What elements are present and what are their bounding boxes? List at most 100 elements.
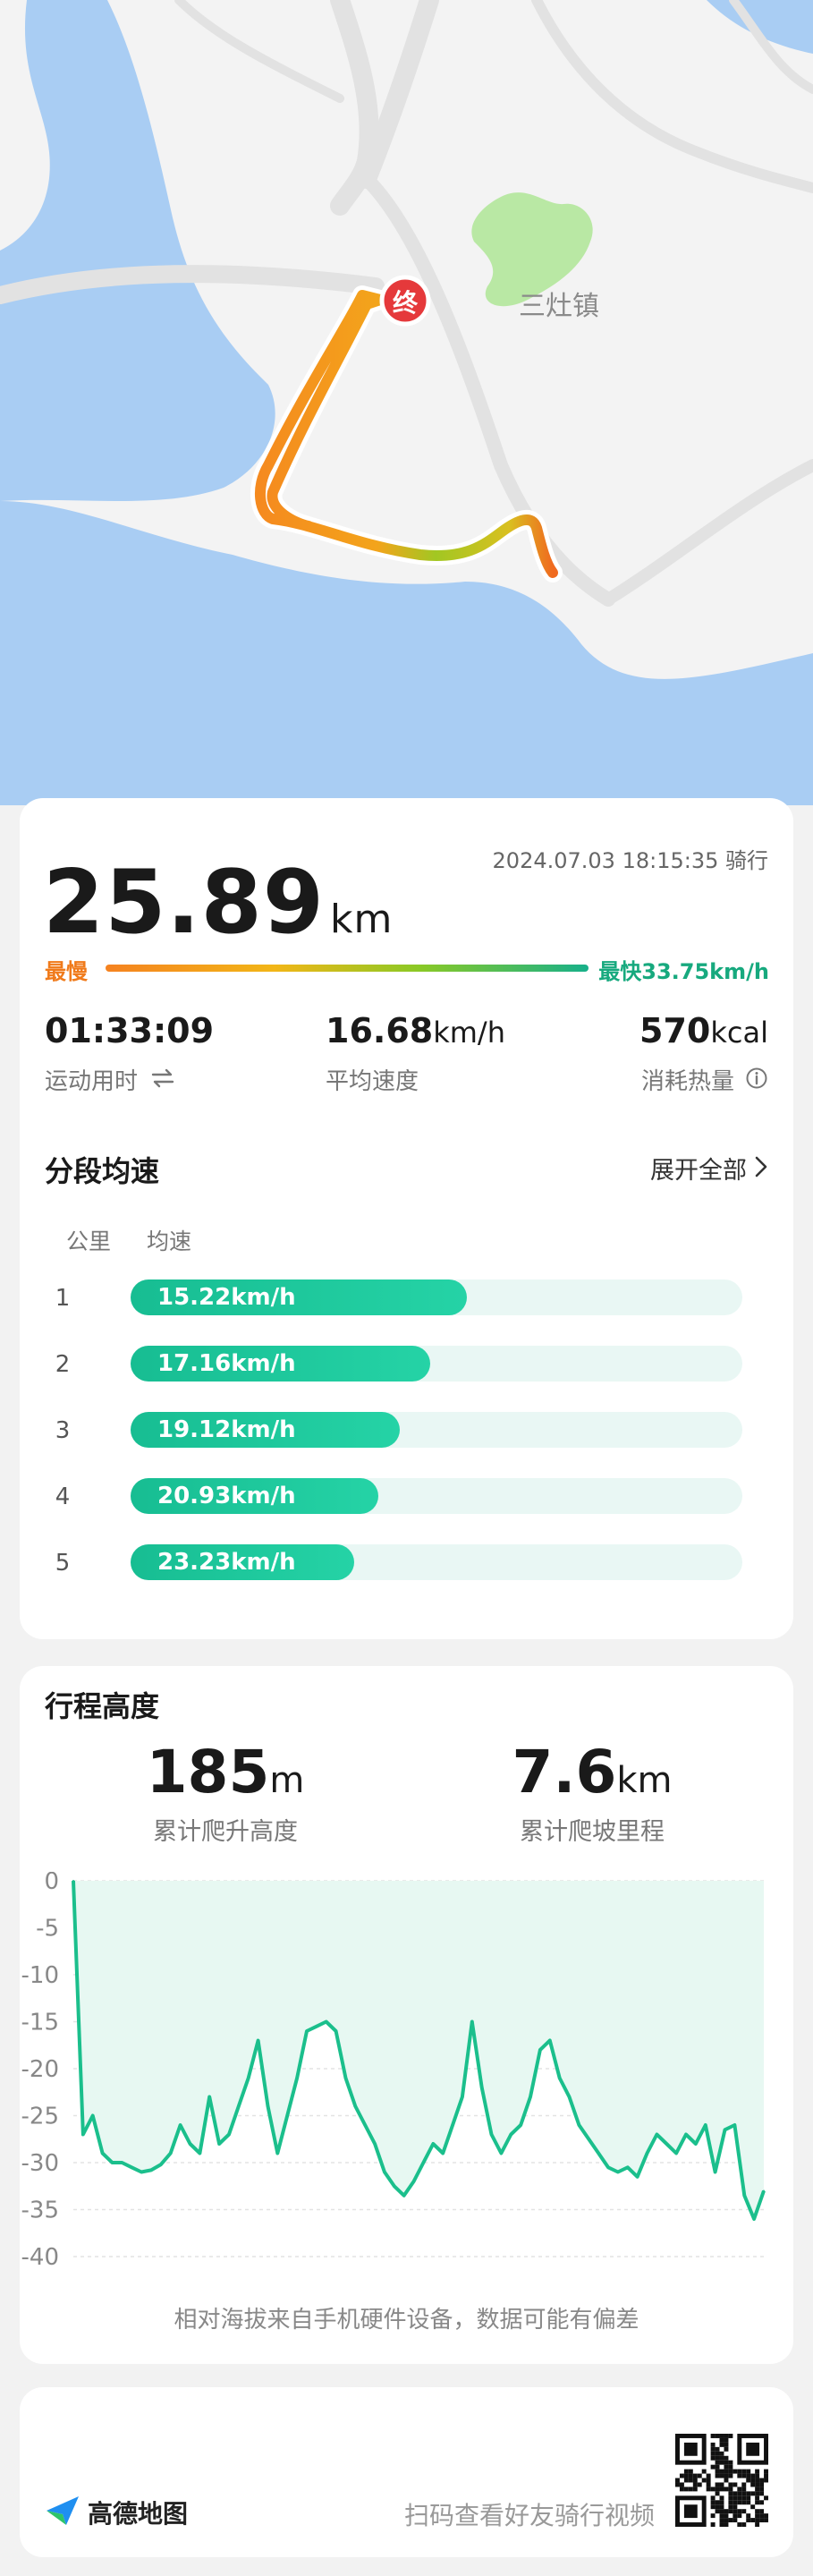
avg-speed-unit: km/h (433, 1016, 505, 1050)
stat-duration: 01:33:09 运动用时 (45, 1011, 214, 1096)
segment-speed: 15.22km/h (157, 1284, 296, 1311)
segment-km: 1 (55, 1285, 71, 1312)
distance-display: 25.89 km (43, 852, 393, 954)
elevation-point (607, 2166, 609, 2169)
elevation-point (306, 2030, 308, 2032)
elevation-point (743, 2194, 746, 2197)
elevation-point (412, 2181, 415, 2182)
elevation-point (422, 2162, 425, 2164)
col-header-speed: 均速 (147, 1228, 192, 1254)
y-tick-label: -20 (21, 2056, 59, 2083)
segment-row: 3 19.12km/h (45, 1410, 769, 1450)
climb-stat: 185m 累计爬升高度 (109, 1738, 342, 1847)
activity-datetime: 2024.07.03 18:15:35 骑行 (492, 848, 768, 873)
info-icon[interactable] (745, 1067, 768, 1093)
calories-value: 570 (639, 1011, 711, 1050)
qr-code[interactable] (675, 2434, 768, 2527)
amap-logo: 高德地图 (45, 2495, 188, 2530)
route-map[interactable]: 三灶镇 终 (0, 0, 813, 805)
duration-label: 运动用时 (45, 1068, 139, 1095)
elevation-point (267, 2105, 269, 2107)
y-tick-label: -30 (21, 2150, 59, 2177)
elevation-point (685, 2133, 687, 2136)
elevation-point (354, 2105, 357, 2107)
elevation-point (714, 2171, 716, 2173)
elevation-point (159, 2164, 162, 2166)
elevation-point (383, 2171, 385, 2173)
elevation-point (500, 2152, 503, 2155)
elevation-point (91, 2114, 94, 2117)
elevation-point (538, 2049, 541, 2051)
elevation-point (140, 2171, 143, 2173)
footer-card: 高德地图 扫码查看好友骑行视频 (20, 2387, 793, 2557)
elevation-point (529, 2096, 531, 2098)
elevation-title: 行程高度 (45, 1689, 160, 1723)
y-tick-label: -5 (36, 1916, 59, 1943)
elevation-point (656, 2133, 658, 2136)
slowest-label: 最慢 (45, 959, 88, 984)
segment-km: 5 (55, 1550, 71, 1577)
segments-title: 分段均速 (45, 1154, 160, 1188)
end-marker[interactable]: 终 (379, 275, 431, 327)
elevation-point (286, 2114, 289, 2117)
elevation-point (733, 2124, 736, 2126)
elevation-point (364, 2124, 367, 2126)
elevation-point (374, 2143, 377, 2145)
scan-hint: 扫码查看好友骑行视频 (404, 2501, 656, 2530)
elevation-point (325, 2020, 327, 2023)
segment-row: 1 15.22km/h (45, 1278, 769, 1317)
elevation-chart: 0 -5 -10 -15 -20 -25 -30 -35 -40 (21, 1872, 766, 2271)
slope-label: 累计爬坡里程 (520, 1818, 665, 1846)
chevron-right-icon (754, 1155, 768, 1182)
elevation-point (510, 2133, 512, 2136)
elevation-point (578, 2124, 580, 2126)
y-tick-label: -40 (21, 2244, 59, 2271)
qr-code-image (675, 2434, 768, 2527)
avg-speed-value: 16.68 (326, 1011, 434, 1050)
elevation-point (402, 2194, 405, 2197)
town-label: 三灶镇 (519, 291, 599, 322)
elevation-point (257, 2039, 259, 2042)
distance-value: 25.89 (43, 852, 325, 954)
segment-km: 2 (55, 1351, 71, 1378)
elevation-point (199, 2152, 201, 2155)
elevation-point (675, 2152, 678, 2155)
end-marker-label: 终 (393, 288, 419, 318)
elevation-point (228, 2133, 230, 2136)
slope-value: 7.6 (512, 1738, 617, 1807)
y-tick-label: -15 (21, 2010, 59, 2036)
stat-avg-speed: 16.68km/h 平均速度 (326, 1011, 505, 1096)
elevation-point (724, 2129, 726, 2131)
elevation-point (558, 2077, 561, 2079)
elevation-point (490, 2133, 493, 2136)
elevation-point (646, 2152, 648, 2155)
elevation-point (218, 2143, 221, 2145)
segment-speed: 20.93km/h (157, 1483, 296, 1509)
amap-logo-text: 高德地图 (88, 2499, 189, 2529)
fastest-label: 最快33.75km/h (598, 959, 769, 984)
elevation-point (121, 2162, 123, 2164)
elevation-point (315, 2025, 318, 2028)
map-canvas[interactable]: 三灶镇 终 (0, 0, 813, 805)
y-tick-label: -10 (21, 1962, 59, 1989)
speed-gradient (106, 965, 589, 972)
elevation-point (753, 2218, 756, 2220)
elevation-point (131, 2166, 133, 2169)
elevation-point (276, 2152, 279, 2155)
calories-unit: kcal (710, 1016, 768, 1050)
elevation-point (763, 2189, 765, 2192)
swap-icon[interactable] (150, 1068, 175, 1092)
segment-km: 3 (55, 1417, 71, 1444)
elevation-point (704, 2124, 707, 2126)
calories-label: 消耗热量 (640, 1068, 734, 1095)
elevation-point (179, 2124, 182, 2126)
expand-all-button[interactable]: 展开全部 (650, 1151, 768, 1186)
elevation-point (393, 2185, 395, 2188)
elevation-point (344, 2077, 347, 2079)
slope-stat: 7.6km 累计爬坡里程 (476, 1738, 708, 1847)
segment-row: 5 23.23km/h (45, 1543, 769, 1582)
elevation-point (694, 2143, 697, 2145)
elevation-point (296, 2077, 299, 2079)
elevation-point (189, 2143, 191, 2145)
climb-value: 185 (146, 1738, 270, 1807)
